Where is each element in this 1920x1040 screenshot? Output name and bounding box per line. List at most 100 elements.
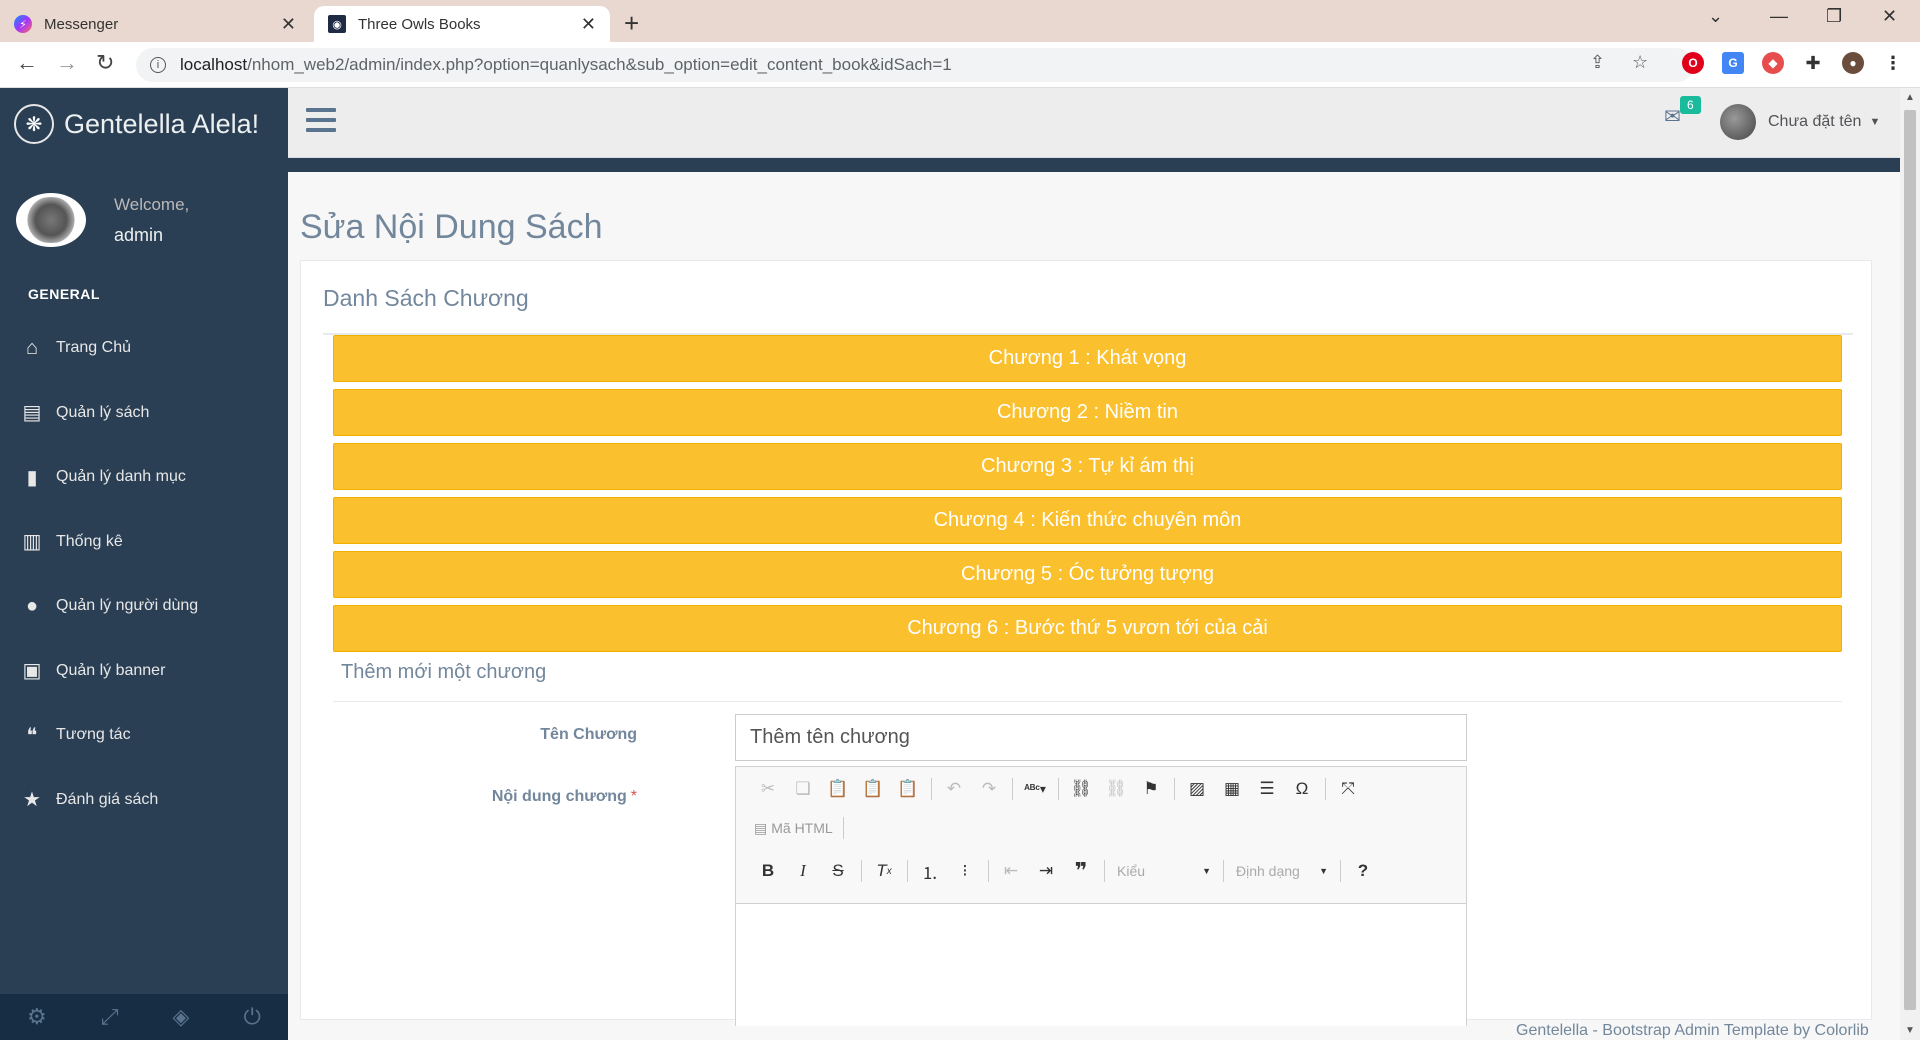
envelope-icon[interactable]: ✉ — [1664, 104, 1681, 129]
info-icon[interactable]: i — [150, 57, 166, 73]
paste-text-icon[interactable]: 📋 — [859, 775, 887, 803]
redo-icon[interactable]: ↷ — [975, 775, 1003, 803]
restore-icon[interactable]: ❐ — [1826, 6, 1842, 27]
sidebar-item-label: Đánh giá sách — [56, 790, 159, 808]
remove-format-icon[interactable]: Tx — [870, 857, 898, 885]
opera-icon[interactable]: O — [1682, 52, 1704, 74]
sidebar-item-quan-ly-danh-muc[interactable]: ▮ Quản lý danh mục — [0, 445, 288, 510]
new-tab-button[interactable]: + — [624, 8, 639, 39]
user-avatar — [1720, 104, 1756, 140]
tab-search-icon[interactable]: ⌄ — [1708, 6, 1723, 27]
style-select[interactable]: Kiểu ▼ — [1113, 863, 1215, 879]
separator — [1325, 778, 1326, 800]
sidebar-footer: ⚙ ⤢ ◈ ⏻ — [0, 994, 288, 1040]
spellcheck-icon[interactable]: ᴬᴮᶜ▾ — [1021, 775, 1049, 803]
fullscreen-icon[interactable]: ⤢ — [101, 1004, 119, 1030]
separator — [1223, 860, 1224, 882]
url-input[interactable]: i localhost/nhom_web2/admin/index.php?op… — [136, 48, 1694, 82]
indent-icon[interactable]: ⇥ — [1032, 857, 1060, 885]
user-dropdown[interactable]: Chưa đặt tên ▼ — [1720, 104, 1880, 140]
source-button[interactable]: ▤ Mã HTML — [754, 820, 833, 837]
horizontal-line-icon[interactable]: ☰ — [1253, 775, 1281, 803]
chapter-button[interactable]: Chương 6 : Bước thứ 5 vươn tới của cải — [333, 605, 1842, 652]
user-icon: ● — [25, 594, 39, 617]
sidebar-item-thong-ke[interactable]: ▥ Thống kê — [0, 510, 288, 575]
separator — [842, 817, 844, 839]
cut-icon[interactable]: ✂ — [754, 775, 782, 803]
format-label: Định dạng — [1236, 863, 1300, 879]
chapter-button[interactable]: Chương 4 : Kiến thức chuyên môn — [333, 497, 1842, 544]
bookmark-star-icon[interactable]: ☆ — [1632, 52, 1648, 73]
close-tab-icon[interactable]: ✕ — [281, 14, 296, 35]
menu-toggle-icon[interactable] — [306, 108, 336, 138]
sidebar-item-quan-ly-sach[interactable]: ▤ Quản lý sách — [0, 381, 288, 446]
chapter-button[interactable]: Chương 3 : Tự kỉ ám thị — [333, 443, 1842, 490]
link-icon[interactable]: ⛓ — [1067, 775, 1095, 803]
strikethrough-icon[interactable]: S — [824, 857, 852, 885]
chapter-button[interactable]: Chương 5 : Óc tưởng tượng — [333, 551, 1842, 598]
back-icon[interactable]: ← — [16, 50, 38, 76]
maximize-icon[interactable]: ⤧ — [1334, 775, 1362, 803]
shield-icon[interactable]: ◆ — [1762, 52, 1784, 74]
tab-messenger[interactable]: ⚡ Messenger ✕ — [0, 6, 310, 42]
source-icon: ▤ — [754, 819, 768, 836]
paste-icon[interactable]: 📋 — [824, 775, 852, 803]
translate-icon[interactable]: G — [1722, 52, 1744, 74]
forward-icon[interactable]: → — [56, 50, 78, 76]
caret-down-icon: ▼ — [1869, 116, 1881, 128]
anchor-flag-icon[interactable]: ⚑ — [1137, 775, 1165, 803]
sidebar-item-tuong-tac[interactable]: ❝ Tương tác — [0, 703, 288, 768]
label-text: Nội dung chương — [491, 788, 627, 805]
tab-three-owls-books[interactable]: ◉ Three Owls Books ✕ — [314, 6, 610, 42]
outdent-icon[interactable]: ⇤ — [997, 857, 1025, 885]
help-icon[interactable]: ? — [1349, 857, 1377, 885]
profile-avatar[interactable]: ● — [1842, 52, 1864, 74]
scroll-up-icon[interactable]: ▲ — [1905, 92, 1915, 103]
sidebar-item-quan-ly-banner[interactable]: ▣ Quản lý banner — [0, 639, 288, 704]
lock-eye-icon[interactable]: ◈ — [173, 1004, 190, 1030]
sidebar-item-danh-gia-sach[interactable]: ★ Đánh giá sách — [0, 768, 288, 833]
brand[interactable]: ❋ Gentelella Alela! — [0, 88, 288, 160]
extensions-icon[interactable]: ✚ — [1802, 52, 1824, 74]
sidebar-item-label: Quản lý sách — [56, 403, 150, 421]
format-select[interactable]: Định dạng ▼ — [1232, 863, 1332, 879]
separator — [1012, 778, 1013, 800]
bold-icon[interactable]: B — [754, 857, 782, 885]
sidebar-item-trang-chu[interactable]: ⌂ Trang Chủ — [0, 316, 288, 381]
close-window-icon[interactable]: ✕ — [1882, 6, 1897, 27]
blockquote-icon[interactable]: ❞ — [1067, 857, 1095, 885]
caret-down-icon: ▼ — [1202, 866, 1211, 876]
copy-icon[interactable]: ❏ — [789, 775, 817, 803]
separator — [931, 778, 932, 800]
chapter-name-input[interactable] — [735, 714, 1467, 761]
undo-icon[interactable]: ↶ — [940, 775, 968, 803]
editor-content-area[interactable] — [736, 904, 1466, 1026]
browser-menu-icon[interactable]: ⋮ — [1882, 52, 1904, 74]
chapter-button[interactable]: Chương 1 : Khát vọng — [333, 335, 1842, 382]
settings-icon[interactable]: ⚙ — [27, 1004, 47, 1030]
sidebar-item-quan-ly-nguoi-dung[interactable]: ● Quản lý người dùng — [0, 574, 288, 639]
label-text: Tên Chương — [540, 726, 637, 743]
chapter-list: Chương 1 : Khát vọng Chương 2 : Niềm tin… — [333, 335, 1842, 659]
minimize-icon[interactable]: — — [1770, 6, 1788, 27]
share-icon[interactable]: ⇪ — [1590, 52, 1605, 73]
reload-icon[interactable]: ↻ — [96, 50, 114, 76]
close-tab-icon[interactable]: ✕ — [581, 14, 596, 35]
scroll-down-icon[interactable]: ▼ — [1905, 1025, 1915, 1036]
italic-icon[interactable]: I — [789, 857, 817, 885]
table-icon[interactable]: ▦ — [1218, 775, 1246, 803]
page-scrollbar[interactable]: ▲ ▼ — [1900, 88, 1920, 1040]
editor-toolbar: ✂ ❏ 📋 📋 📋 ↶ ↷ ᴬᴮᶜ▾ ⛓ ⛓ ⚑ ▨ ▦ ☰ Ω ⤧ ▤ Mã … — [736, 767, 1466, 904]
special-char-icon[interactable]: Ω — [1288, 775, 1316, 803]
divider — [333, 701, 1842, 702]
bulleted-list-icon[interactable]: ⁝ — [951, 857, 979, 885]
paste-word-icon[interactable]: 📋 — [894, 775, 922, 803]
numbered-list-icon[interactable]: ⒈ — [916, 857, 944, 885]
chapter-button[interactable]: Chương 2 : Niềm tin — [333, 389, 1842, 436]
image-icon[interactable]: ▨ — [1183, 775, 1211, 803]
separator — [907, 860, 908, 882]
unlink-icon[interactable]: ⛓ — [1102, 775, 1130, 803]
scrollbar-thumb[interactable] — [1904, 110, 1916, 1010]
logout-icon[interactable]: ⏻ — [244, 1004, 261, 1030]
username: admin — [114, 224, 164, 245]
